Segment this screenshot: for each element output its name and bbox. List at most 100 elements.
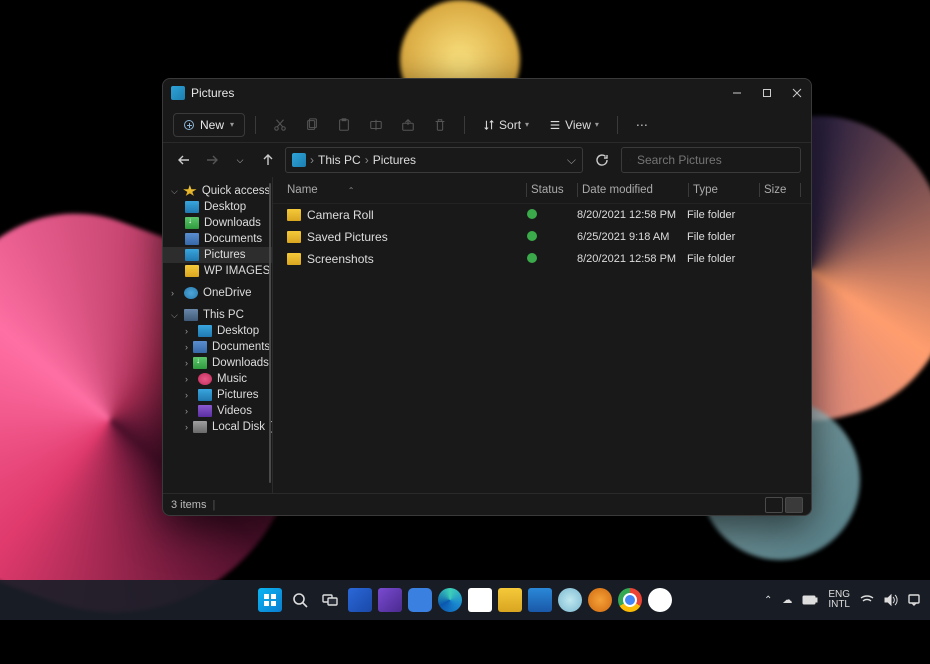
status-bar: 3 items | <box>163 493 811 515</box>
sidebar-item-wp-images[interactable]: WP IMAGES <box>163 263 272 279</box>
sort-label: Sort <box>499 118 521 132</box>
onedrive-tray-icon[interactable]: ☁ <box>782 595 792 606</box>
paste-button[interactable] <box>330 111 358 139</box>
column-name[interactable]: Name⌃ <box>283 181 526 199</box>
pictures-icon <box>198 389 212 401</box>
language-indicator[interactable]: ENGINTL <box>828 590 850 610</box>
sidebar-item-pc-videos[interactable]: ›Videos <box>163 403 272 419</box>
table-row[interactable]: Saved Pictures 6/25/2021 9:18 AM File fo… <box>283 226 801 248</box>
up-button[interactable] <box>257 149 279 171</box>
share-button[interactable] <box>394 111 422 139</box>
store-icon[interactable] <box>468 588 492 612</box>
edge-icon[interactable] <box>438 588 462 612</box>
sort-button[interactable]: Sort ▾ <box>475 114 537 136</box>
minimize-button[interactable] <box>731 82 743 104</box>
widgets-button[interactable] <box>348 588 372 612</box>
taskbar-app-icon[interactable] <box>408 588 432 612</box>
new-button[interactable]: New ▾ <box>173 113 245 137</box>
maximize-button[interactable] <box>761 82 773 104</box>
breadcrumb-item[interactable]: Pictures <box>373 153 416 167</box>
rename-button[interactable] <box>362 111 390 139</box>
file-name: Saved Pictures <box>307 230 527 244</box>
column-divider[interactable] <box>800 183 801 197</box>
column-type[interactable]: Type <box>689 181 759 199</box>
taskbar-app-icon[interactable] <box>378 588 402 612</box>
plus-circle-icon <box>184 120 194 130</box>
view-button[interactable]: View ▾ <box>541 114 607 136</box>
sidebar-item-pc-downloads[interactable]: ›Downloads <box>163 355 272 371</box>
table-row[interactable]: Screenshots 8/20/2021 12:58 PM File fold… <box>283 248 801 270</box>
breadcrumb-item[interactable]: This PC <box>318 153 361 167</box>
forward-button[interactable] <box>201 149 223 171</box>
file-explorer-icon[interactable] <box>498 588 522 612</box>
table-row[interactable]: Camera Roll 8/20/2021 12:58 PM File fold… <box>283 204 801 226</box>
search-box[interactable] <box>621 147 801 173</box>
task-view-button[interactable] <box>318 588 342 612</box>
sidebar-item-this-pc[interactable]: ⌵This PC <box>163 307 272 323</box>
column-size[interactable]: Size <box>760 181 800 199</box>
details-view-button[interactable] <box>765 497 783 513</box>
back-button[interactable] <box>173 149 195 171</box>
wifi-icon[interactable] <box>860 594 874 606</box>
divider <box>617 116 618 134</box>
folder-icon <box>185 265 199 277</box>
titlebar[interactable]: Pictures <box>163 79 811 107</box>
folder-icon <box>287 253 301 265</box>
pictures-icon <box>292 153 306 167</box>
chevron-down-icon: ▾ <box>525 120 529 129</box>
volume-icon[interactable] <box>884 594 898 606</box>
breadcrumb-separator: › <box>365 153 369 167</box>
refresh-button[interactable] <box>589 147 615 173</box>
address-bar[interactable]: › This PC › Pictures ⌵ <box>285 147 583 173</box>
file-date: 6/25/2021 9:18 AM <box>577 231 687 243</box>
sidebar-item-quick-access[interactable]: ⌵Quick access <box>163 183 272 199</box>
breadcrumb-separator: › <box>310 153 314 167</box>
start-button[interactable] <box>258 588 282 612</box>
synced-icon <box>527 209 537 219</box>
chrome-icon[interactable] <box>618 588 642 612</box>
taskbar-app-icon[interactable] <box>558 588 582 612</box>
column-status[interactable]: Status <box>527 181 577 199</box>
sidebar-item-pc-localdisk[interactable]: ›Local Disk (C:) <box>163 419 272 435</box>
taskbar[interactable]: ⌃ ☁ ENGINTL <box>0 580 930 620</box>
more-button[interactable]: ⋯ <box>628 111 656 139</box>
column-date[interactable]: Date modified <box>578 181 688 199</box>
navigation-pane[interactable]: ⌵Quick access Desktop Downloads Document… <box>163 177 273 493</box>
sidebar-item-documents[interactable]: Documents <box>163 231 272 247</box>
system-tray[interactable]: ⌃ ☁ ENGINTL <box>764 590 920 610</box>
window-title: Pictures <box>191 86 234 100</box>
sidebar-item-downloads[interactable]: Downloads <box>163 215 272 231</box>
sidebar-item-pc-documents[interactable]: ›Documents <box>163 339 272 355</box>
command-toolbar: New ▾ Sort ▾ View ▾ ⋯ <box>163 107 811 143</box>
videos-icon <box>198 405 212 417</box>
sidebar-item-onedrive[interactable]: ›OneDrive <box>163 285 272 301</box>
thumbnails-view-button[interactable] <box>785 497 803 513</box>
folder-icon <box>287 209 301 221</box>
search-button[interactable] <box>288 588 312 612</box>
synced-icon <box>527 231 537 241</box>
taskbar-app-icon[interactable] <box>588 588 612 612</box>
battery-icon[interactable] <box>802 595 818 605</box>
taskbar-app-icon[interactable] <box>648 588 672 612</box>
search-input[interactable] <box>637 153 792 167</box>
divider <box>255 116 256 134</box>
expand-icon: › <box>171 288 179 298</box>
cut-button[interactable] <box>266 111 294 139</box>
sidebar-item-pc-music[interactable]: ›Music <box>163 371 272 387</box>
delete-button[interactable] <box>426 111 454 139</box>
notifications-icon[interactable] <box>908 594 920 606</box>
file-status <box>527 208 577 222</box>
sidebar-item-desktop[interactable]: Desktop <box>163 199 272 215</box>
close-button[interactable] <box>791 82 803 104</box>
file-type: File folder <box>687 253 757 265</box>
recent-button[interactable]: ⌵ <box>229 149 251 171</box>
sidebar-item-pc-desktop[interactable]: ›Desktop <box>163 323 272 339</box>
sidebar-item-pc-pictures[interactable]: ›Pictures <box>163 387 272 403</box>
mail-icon[interactable] <box>528 588 552 612</box>
item-count: 3 items <box>171 499 206 511</box>
tray-overflow-icon[interactable]: ⌃ <box>764 595 772 606</box>
copy-button[interactable] <box>298 111 326 139</box>
address-dropdown[interactable]: ⌵ <box>567 153 576 168</box>
view-label: View <box>565 118 591 132</box>
sidebar-item-pictures[interactable]: Pictures <box>163 247 272 263</box>
